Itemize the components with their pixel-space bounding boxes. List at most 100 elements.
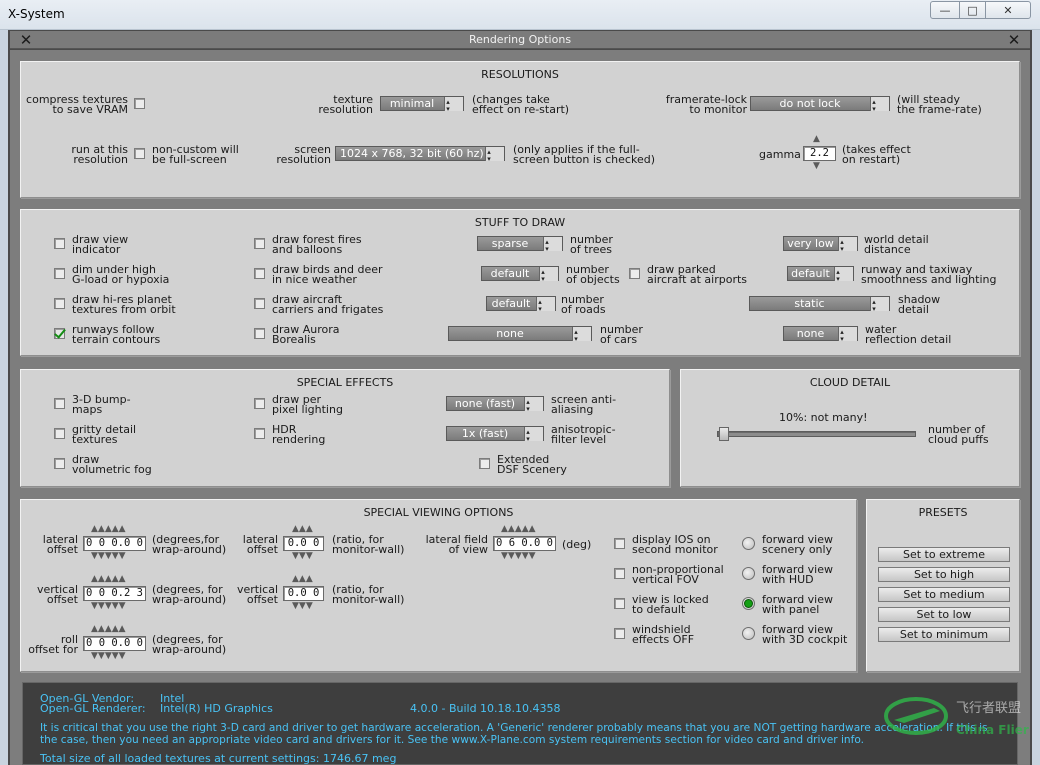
roll-offset-up-arrows-icon[interactable]: ▲▲▲▲▲ [91,625,126,634]
framerate-lock-dropdown[interactable]: do not lock [750,96,890,111]
hires-planet-checkbox[interactable] [54,298,65,309]
gritty-textures-checkbox[interactable] [54,428,65,439]
gamma-down-arrow-icon[interactable]: ▼ [813,162,820,171]
gamma-input[interactable]: 2.2 [803,146,836,161]
forward-view-scenery-label: forward view scenery only [762,533,834,556]
forward-view-panel-label: forward view with panel [762,593,834,616]
set-minimum-button[interactable]: Set to minimum [878,627,1010,642]
forward-view-cockpit-radio[interactable] [742,627,755,640]
non-custom-note: non-custom will be full-screen [152,143,239,166]
view-locked-checkbox[interactable] [614,598,625,609]
forest-fires-checkbox[interactable] [254,238,265,249]
forward-view-hud-radio[interactable] [742,567,755,580]
parked-aircraft-checkbox[interactable] [629,268,640,279]
bump-maps-checkbox[interactable] [54,398,65,409]
field-of-view-input[interactable]: 0 6 0.0 0 [493,536,556,551]
volumetric-fog-checkbox[interactable] [54,458,65,469]
world-detail-label: world detail distance [864,233,929,256]
set-extreme-button[interactable]: Set to extreme [878,547,1010,562]
hires-planet-label: draw hi-res planet textures from orbit [72,293,176,316]
vertical-ratio-input[interactable]: 0.0 0 [283,586,324,601]
lateral-offset-up-arrows-icon[interactable]: ▲▲▲▲▲ [91,525,126,534]
lateral-ratio-down-arrows-icon[interactable]: ▼▼▼ [292,552,313,561]
vertical-ratio-up-arrows-icon[interactable]: ▲▲▲ [292,575,313,584]
cloud-slider-track[interactable] [717,431,916,437]
resolutions-title: RESOLUTIONS [481,68,559,81]
runways-follow-terrain-checkbox[interactable] [54,328,65,339]
vertical-offset-down-arrows-icon[interactable]: ▼▼▼▼▼ [91,602,126,611]
windshield-effects-checkbox[interactable] [614,628,625,639]
screen-resolution-dropdown[interactable]: 1024 x 768, 32 bit (60 hz) [335,146,505,161]
driver-build: 4.0.0 - Build 10.18.10.4358 [410,702,561,715]
gamma-up-arrow-icon[interactable]: ▲ [813,135,820,144]
aircraft-carriers-label: draw aircraft carriers and frigates [272,293,384,316]
trees-dropdown[interactable]: sparse [477,236,563,251]
forward-view-panel-radio[interactable] [742,597,755,610]
ios-second-monitor-checkbox[interactable] [614,538,625,549]
cloud-puffs-label: number of cloud puffs [928,423,989,446]
non-proportional-fov-checkbox[interactable] [614,568,625,579]
svg-text:China Flier: China Flier [956,723,1029,737]
world-detail-dropdown[interactable]: very low [783,236,858,251]
roll-offset-input[interactable]: 0 0 0.0 0 [83,636,146,651]
lateral-ratio-input[interactable]: 0.0 0 [283,536,324,551]
dialog-close-right-icon[interactable]: ✕ [1006,31,1022,49]
special-effects-title: SPECIAL EFFECTS [296,376,394,389]
set-low-button[interactable]: Set to low [878,607,1010,622]
parked-aircraft-label: draw parked aircraft at airports [647,263,748,286]
compress-textures-checkbox[interactable] [134,98,145,109]
minimize-button[interactable]: — [930,1,960,19]
lateral-offset-input[interactable]: 0 0 0.0 0 [83,536,146,551]
field-of-view-unit: (deg) [562,538,592,551]
dsf-scenery-checkbox[interactable] [479,458,490,469]
objects-dropdown[interactable]: default [481,266,559,281]
close-window-button[interactable]: ✕ [985,1,1031,19]
special-viewing-title: SPECIAL VIEWING OPTIONS [363,506,514,519]
field-of-view-label: lateral field of view [425,533,488,556]
renderer-value: Intel(R) HD Graphics [160,702,273,715]
set-high-button[interactable]: Set to high [878,567,1010,582]
vertical-offset-note: (degrees, for wrap-around) [152,583,227,606]
aurora-label: draw Aurora Borealis [272,323,340,346]
field-of-view-down-arrows-icon[interactable]: ▼▼▼▼▼ [501,552,536,561]
run-at-resolution-checkbox[interactable] [134,148,145,159]
windshield-effects-label: windshield effects OFF [632,623,695,646]
roads-dropdown[interactable]: default [486,296,556,311]
per-pixel-lighting-checkbox[interactable] [254,398,265,409]
view-indicator-checkbox[interactable] [54,238,65,249]
vertical-ratio-down-arrows-icon[interactable]: ▼▼▼ [292,602,313,611]
lateral-ratio-note: (ratio, for monitor-wall) [332,533,405,556]
dialog-close-left-icon[interactable]: ✕ [18,31,34,49]
water-reflection-label: water reflection detail [865,323,952,346]
hdr-checkbox[interactable] [254,428,265,439]
vertical-offset-up-arrows-icon[interactable]: ▲▲▲▲▲ [91,575,126,584]
plane-logo-icon: 飞行者联盟 China Flier [884,697,1029,737]
maximize-button[interactable]: □ [959,1,986,19]
aurora-checkbox[interactable] [254,328,265,339]
runway-smoothness-label: runway and taxiway smoothness and lightin… [861,263,997,286]
shadow-detail-dropdown[interactable]: static [749,296,890,311]
field-of-view-up-arrows-icon[interactable]: ▲▲▲▲▲ [501,525,536,534]
dim-g-load-checkbox[interactable] [54,268,65,279]
birds-deer-label: draw birds and deer in nice weather [272,263,383,286]
run-at-resolution-label: run at this resolution [71,143,128,166]
texture-resolution-dropdown[interactable]: minimal [380,96,464,111]
aircraft-carriers-checkbox[interactable] [254,298,265,309]
runway-smoothness-dropdown[interactable]: default [787,266,854,281]
anisotropic-dropdown[interactable]: 1x (fast) [446,426,544,441]
roll-offset-down-arrows-icon[interactable]: ▼▼▼▼▼ [91,652,126,661]
lateral-offset-down-arrows-icon[interactable]: ▼▼▼▼▼ [91,552,126,561]
cloud-slider-thumb[interactable] [719,427,729,441]
water-reflection-dropdown[interactable]: none [783,326,858,341]
view-indicator-label: draw view indicator [72,233,129,256]
vertical-offset-input[interactable]: 0 0 0.2 3 [83,586,146,601]
birds-deer-checkbox[interactable] [254,268,265,279]
cars-label: number of cars [600,323,643,346]
set-medium-button[interactable]: Set to medium [878,587,1010,602]
cars-dropdown[interactable]: none [448,326,592,341]
screen-resolution-note: (only applies if the full-screen button … [513,143,655,166]
anti-aliasing-dropdown[interactable]: none (fast) [446,396,544,411]
warning-line-2: the case, then you need an appropriate v… [40,734,865,746]
lateral-ratio-up-arrows-icon[interactable]: ▲▲▲ [292,525,313,534]
forward-view-scenery-radio[interactable] [742,537,755,550]
